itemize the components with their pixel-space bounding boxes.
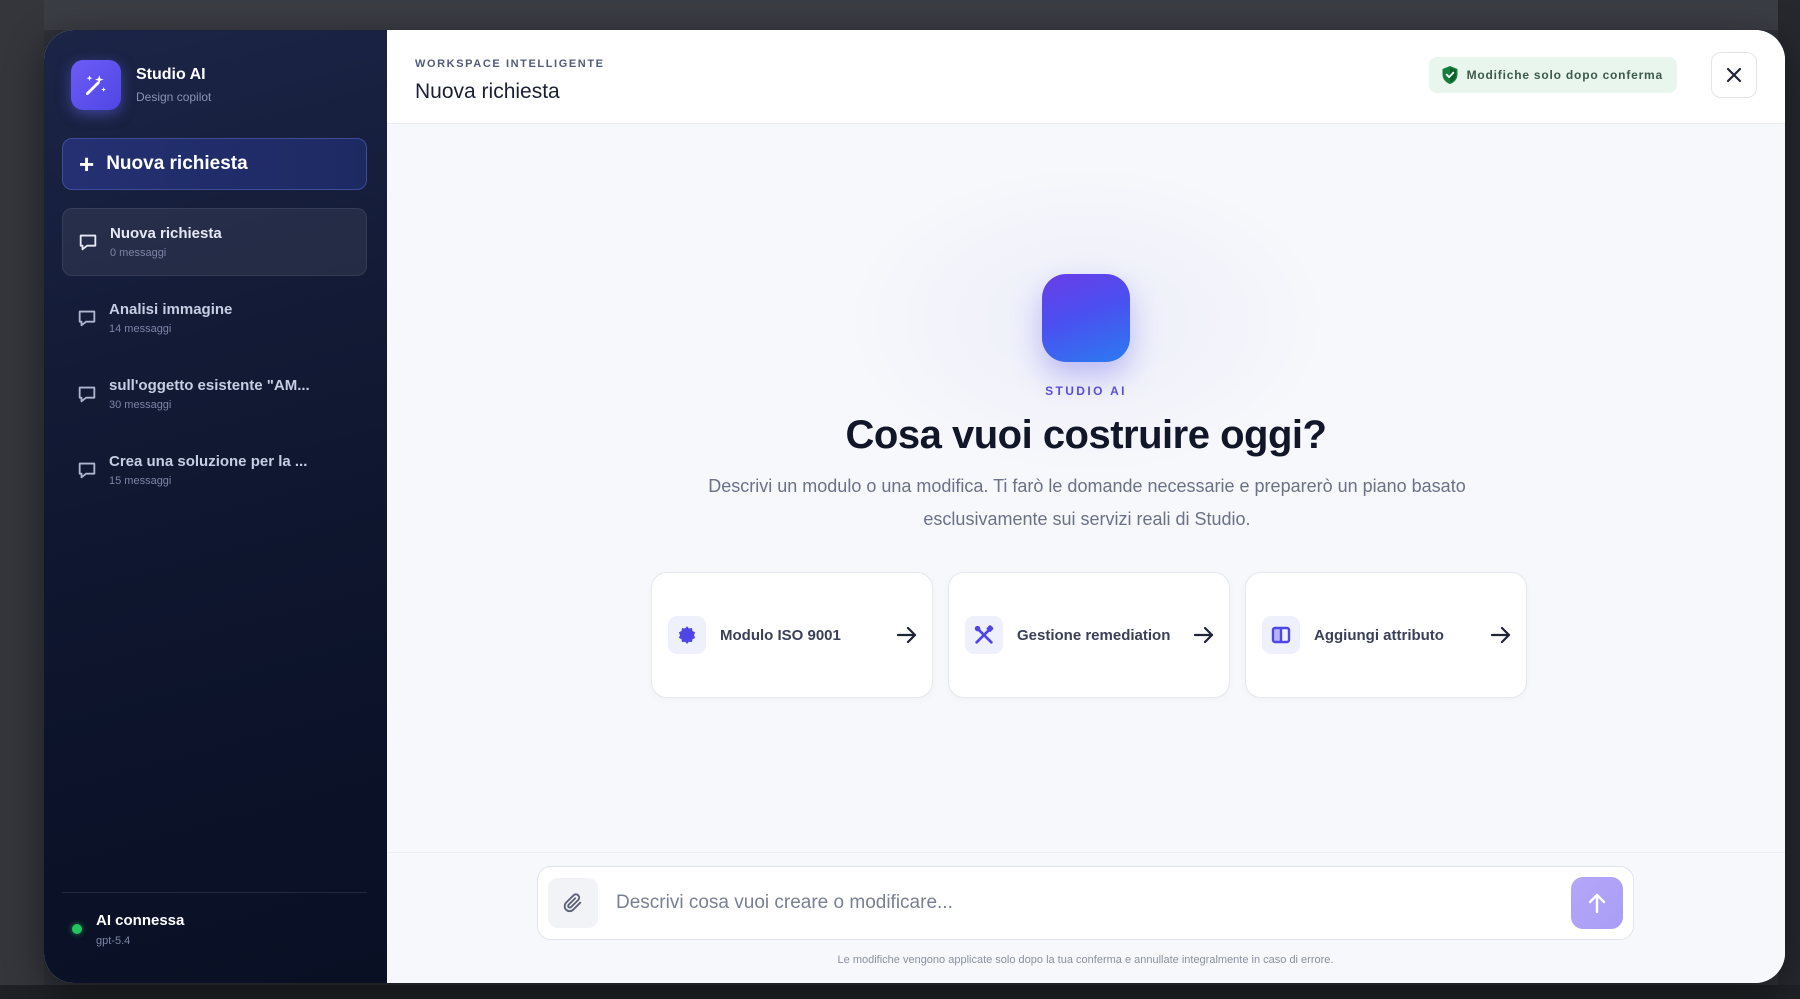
new-request-label: Nuova richiesta xyxy=(106,153,248,174)
chat-bubble-icon xyxy=(78,462,96,479)
conversation-title: Analisi immagine xyxy=(109,301,233,318)
page-title: Nuova richiesta xyxy=(415,80,560,103)
columns-icon xyxy=(1262,616,1300,654)
studio-ai-logo xyxy=(1042,274,1130,362)
badge-icon xyxy=(668,616,706,654)
magic-wand-icon xyxy=(71,60,121,110)
conversation-item[interactable]: Crea una soluzione per la ... 15 messagg… xyxy=(62,436,367,504)
model-name: gpt-5.4 xyxy=(96,935,131,947)
hero-description: Descrivi un modulo o una modifica. Ti fa… xyxy=(708,476,1466,529)
hero-kicker: STUDIO AI xyxy=(1045,384,1127,398)
conversation-item[interactable]: Analisi immagine 14 messaggi xyxy=(62,284,367,352)
connection-status: AI connessa gpt-5.4 xyxy=(72,912,184,947)
arrow-right-icon xyxy=(1490,626,1511,644)
conversation-item[interactable]: Nuova richiesta 0 messaggi xyxy=(62,208,367,276)
conversation-count: 14 messaggi xyxy=(109,323,172,335)
suggestion-card-iso[interactable]: Modulo ISO 9001 xyxy=(651,572,933,698)
plus-icon: + xyxy=(79,149,95,179)
studio-ai-window: Studio AI Design copilot + Nuova richies… xyxy=(44,30,1785,983)
conversation-count: 15 messaggi xyxy=(109,475,172,487)
paperclip-icon xyxy=(563,893,582,913)
send-button[interactable] xyxy=(1571,877,1623,929)
close-icon xyxy=(1726,67,1742,83)
suggestion-card-attribute[interactable]: Aggiungi attributo xyxy=(1245,572,1527,698)
header: WORKSPACE INTELLIGENTE Nuova richiesta M… xyxy=(387,30,1785,124)
conversation-title: Crea una soluzione per la ... xyxy=(109,453,308,470)
status-label: AI connessa xyxy=(96,912,185,929)
chat-bubble-icon xyxy=(79,234,97,251)
close-button[interactable] xyxy=(1711,52,1757,98)
suggestion-label: Aggiungi attributo xyxy=(1314,626,1444,644)
suggestion-label: Modulo ISO 9001 xyxy=(720,626,841,644)
header-eyebrow: WORKSPACE INTELLIGENTE xyxy=(415,58,605,70)
brand-title: Studio AI xyxy=(136,66,206,83)
composer-footnote: Le modifiche vengono applicate solo dopo… xyxy=(837,954,1334,966)
conversation-item[interactable]: sull'oggetto esistente "AM... 30 messagg… xyxy=(62,360,367,428)
arrow-right-icon xyxy=(896,626,917,644)
desktop-backdrop-left xyxy=(0,0,44,999)
sidebar-divider xyxy=(62,892,367,893)
status-dot-icon xyxy=(72,924,82,934)
composer-divider xyxy=(387,852,1785,853)
desktop-backdrop xyxy=(0,0,1800,30)
status-badge: Modifiche solo dopo conferma xyxy=(1428,57,1677,93)
main-panel: WORKSPACE INTELLIGENTE Nuova richiesta M… xyxy=(387,30,1785,983)
arrow-right-icon xyxy=(1193,626,1214,644)
badge-label: Modifiche solo dopo conferma xyxy=(1466,68,1663,82)
composer xyxy=(537,866,1634,940)
conversation-count: 30 messaggi xyxy=(109,399,172,411)
arrow-up-icon xyxy=(1588,893,1606,914)
shield-icon xyxy=(1442,66,1458,84)
suggestion-label: Gestione remediation xyxy=(1017,626,1171,644)
attach-button[interactable] xyxy=(548,878,598,928)
brand: Studio AI Design copilot xyxy=(71,60,211,110)
chat-bubble-icon xyxy=(78,310,96,327)
tools-icon xyxy=(965,616,1003,654)
suggestion-card-remediation[interactable]: Gestione remediation xyxy=(948,572,1230,698)
conversation-title: sull'oggetto esistente "AM... xyxy=(109,377,310,394)
conversation-count: 0 messaggi xyxy=(110,247,167,259)
conversation-title: Nuova richiesta xyxy=(110,225,222,242)
new-request-button[interactable]: + Nuova richiesta xyxy=(62,138,367,190)
chat-bubble-icon xyxy=(78,386,96,403)
brand-subtitle: Design copilot xyxy=(136,90,212,104)
hero-title: Cosa vuoi costruire oggi? xyxy=(845,413,1327,457)
desktop-backdrop-bottom xyxy=(0,985,1800,999)
prompt-input[interactable] xyxy=(614,891,1571,915)
sidebar: Studio AI Design copilot + Nuova richies… xyxy=(44,30,387,983)
